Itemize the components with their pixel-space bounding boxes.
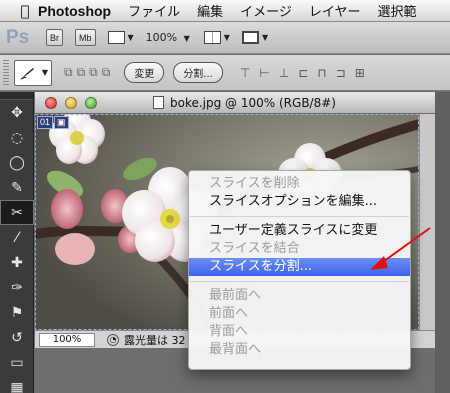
align-left-icon[interactable]: ⊏ <box>298 66 308 80</box>
menu-separator <box>190 281 409 282</box>
bring-forward-icon[interactable]: ⧉ <box>77 65 86 80</box>
menu-item-send-to-back: 最背面へ <box>209 342 262 357</box>
guides-icon <box>107 31 125 44</box>
tools-panel-header[interactable] <box>0 92 33 100</box>
arrange-icon <box>203 31 221 44</box>
bring-to-front-icon[interactable]: ⧉ <box>64 65 73 80</box>
menu-separator <box>190 216 409 217</box>
quick-selection-tool-icon[interactable]: ✎ <box>0 175 34 200</box>
zoom-field[interactable]: 100% <box>39 332 95 347</box>
align-vcenter-icon[interactable]: ⊢ <box>259 66 269 80</box>
slice-image-icon: ▣ <box>54 116 69 129</box>
chevron-down-icon: ▼ <box>223 33 230 42</box>
menu-file[interactable]: ファイル <box>128 1 180 20</box>
align-top-icon[interactable]: ⊤ <box>240 66 250 80</box>
menu-item-bring-forward: 前面へ <box>209 306 249 321</box>
slice-select-tool-icon <box>19 67 34 80</box>
menu-layer[interactable]: レイヤー <box>309 1 361 20</box>
slice-number: 01 <box>37 116 54 129</box>
close-icon[interactable] <box>45 96 57 109</box>
menu-item-delete-slice: スライスを削除 <box>209 176 300 191</box>
align-right-icon[interactable]: ⊐ <box>336 66 346 80</box>
apple-icon[interactable]:  <box>12 2 38 20</box>
send-to-back-icon[interactable]: ⧉ <box>102 65 111 80</box>
eraser-tool-icon[interactable]: ▭ <box>0 350 34 375</box>
options-grip[interactable] <box>3 59 9 86</box>
menu-image[interactable]: イメージ <box>240 1 292 20</box>
application-bar: Ps Br Mb ▼ 100% ▼ ▼ ▼ <box>0 22 450 54</box>
mini-bridge-button[interactable]: Mb <box>75 29 96 46</box>
minimize-icon[interactable] <box>65 96 77 109</box>
options-bar: ▼ ⧉ ⧉ ⧉ ⧉ 変更 分割... ⊤ ⊢ ⊥ ⊏ ⊓ ⊐ ⊞ <box>0 55 450 91</box>
tool-preset-picker[interactable]: ▼ <box>14 59 52 86</box>
gradient-tool-icon[interactable]: ▦ <box>0 375 34 393</box>
menu-select[interactable]: 選択範 <box>378 1 417 20</box>
menu-app-name[interactable]: Photoshop <box>38 3 111 19</box>
zoom-window-icon[interactable] <box>85 96 97 109</box>
move-tool-icon[interactable]: ✥ <box>0 100 34 125</box>
bridge-button[interactable]: Br <box>46 29 63 46</box>
slice-tool-icon[interactable]: ✂ <box>0 200 34 225</box>
chevron-down-icon: ▼ <box>183 34 190 43</box>
screen:  Photoshop ファイル 編集 イメージ レイヤー 選択範 Ps Br … <box>0 0 450 393</box>
menu-item-bring-to-front: 最前面へ <box>209 288 262 303</box>
clone-stamp-tool-icon[interactable]: ⚑ <box>0 300 34 325</box>
status-info-icon[interactable]: ◔ <box>107 333 119 346</box>
chevron-down-icon: ▼ <box>127 33 134 42</box>
photoshop-logo: Ps <box>6 26 30 48</box>
marquee-tool-icon[interactable]: ◌ <box>0 125 34 150</box>
align-hcenter-icon[interactable]: ⊓ <box>317 66 326 80</box>
tools-panel: ✥ ◌ ◯ ✎ ✂ ⁄ ✚ ✑ ⚑ ↺ ▭ ▦ <box>0 92 34 393</box>
status-text: 露光量は 32 <box>124 333 186 347</box>
screen-mode-dropdown[interactable]: ▼ <box>241 31 269 44</box>
menu-item-send-backward: 背面へ <box>209 324 249 339</box>
distribute-icon[interactable]: ⊞ <box>355 66 365 80</box>
promote-button[interactable]: 変更 <box>124 62 165 83</box>
align-bottom-icon[interactable]: ⊥ <box>279 66 289 80</box>
brush-tool-icon[interactable]: ✑ <box>0 275 34 300</box>
history-brush-tool-icon[interactable]: ↺ <box>0 325 34 350</box>
chevron-down-icon: ▼ <box>41 68 49 77</box>
eyedropper-tool-icon[interactable]: ⁄ <box>0 225 34 250</box>
view-extras-dropdown[interactable]: ▼ <box>107 31 134 44</box>
document-title-text: boke.jpg @ 100% (RGB/8#) <box>170 95 336 110</box>
menu-item-edit-slice-options[interactable]: スライスオプションを編集... <box>189 193 410 211</box>
align-buttons: ⊤ ⊢ ⊥ ⊏ ⊓ ⊐ ⊞ <box>240 66 374 80</box>
zoom-level-value: 100% <box>145 31 178 44</box>
menu-bar:  Photoshop ファイル 編集 イメージ レイヤー 選択範 <box>0 0 450 22</box>
document-icon <box>153 96 164 109</box>
send-backward-icon[interactable]: ⧉ <box>89 65 98 80</box>
document-title: boke.jpg @ 100% (RGB/8#) <box>153 96 336 110</box>
screen-mode-icon <box>241 31 259 44</box>
stacking-order-buttons: ⧉ ⧉ ⧉ ⧉ <box>64 65 114 80</box>
document-title-bar[interactable]: boke.jpg @ 100% (RGB/8#) <box>35 92 435 114</box>
slice-badge: 01 ▣ <box>37 116 70 129</box>
lasso-tool-icon[interactable]: ◯ <box>0 150 34 175</box>
menu-edit[interactable]: 編集 <box>197 1 223 20</box>
arrange-documents-dropdown[interactable]: ▼ <box>203 31 230 44</box>
healing-brush-tool-icon[interactable]: ✚ <box>0 250 34 275</box>
chevron-down-icon: ▼ <box>261 33 269 42</box>
divide-button[interactable]: 分割... <box>173 62 223 83</box>
zoom-level-dropdown[interactable]: 100% ▼ <box>146 31 190 44</box>
annotation-arrow-icon <box>370 227 431 270</box>
